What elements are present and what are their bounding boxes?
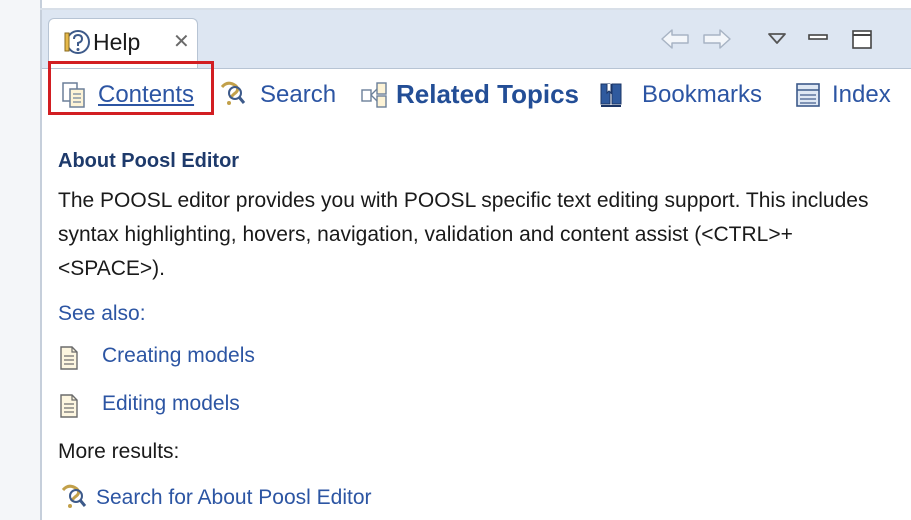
search-result-link[interactable]: Search for About Poosl Editor: [96, 486, 372, 510]
related-topics-icon: [361, 82, 387, 108]
document-icon: [60, 346, 78, 370]
view-menu-icon[interactable]: [766, 28, 788, 50]
help-toolbar: Contents Search Related Topics Bookmarks: [42, 61, 911, 131]
bookmarks-link[interactable]: Bookmarks: [598, 77, 788, 117]
left-side-panel: [0, 0, 40, 520]
related-topics-label: Related Topics: [396, 79, 580, 109]
more-results-label: More results:: [58, 440, 180, 463]
back-arrow-icon[interactable]: [660, 28, 692, 50]
related-topics-link[interactable]: Related Topics: [360, 77, 590, 117]
index-icon: [796, 83, 820, 107]
document-icon: [60, 394, 78, 418]
maximize-icon[interactable]: [850, 28, 874, 50]
forward-arrow-icon[interactable]: [700, 28, 732, 50]
help-icon: [64, 30, 90, 54]
contents-label: Contents: [98, 81, 195, 108]
index-label: Index: [832, 81, 891, 108]
tab-title: Help: [93, 29, 141, 55]
contents-icon: [62, 82, 85, 108]
link-creating-models[interactable]: Creating models: [102, 344, 255, 368]
page-title: About Poosl Editor: [58, 150, 240, 172]
description-text: The POOSL editor provides you with POOSL…: [58, 189, 869, 280]
search-icon: [61, 484, 87, 508]
link-editing-models[interactable]: Editing models: [102, 392, 240, 416]
index-link[interactable]: Index: [794, 77, 904, 117]
contents-link[interactable]: Contents: [50, 77, 216, 117]
close-icon[interactable]: ✕: [173, 29, 190, 54]
see-also-label: See also:: [58, 302, 146, 325]
search-icon: [220, 81, 246, 105]
search-label: Search: [260, 81, 337, 108]
search-link[interactable]: Search: [218, 77, 338, 117]
minimize-icon[interactable]: [806, 28, 830, 50]
bookmarks-icon: [600, 83, 622, 107]
bookmarks-label: Bookmarks: [642, 81, 763, 108]
